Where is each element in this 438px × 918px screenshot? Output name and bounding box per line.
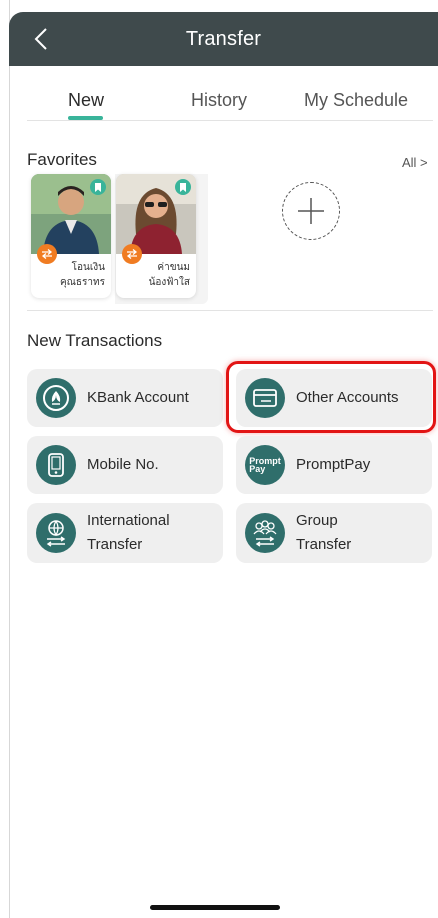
promptpay-button[interactable]: Prompt Pay PromptPay xyxy=(236,436,432,494)
favorite-card-1[interactable]: โอนเงิน คุณธราทร xyxy=(31,174,111,298)
promptpay-label: PromptPay xyxy=(296,456,371,473)
promptpay-icon: Prompt Pay xyxy=(245,445,285,485)
page-title: Transfer xyxy=(185,27,262,50)
add-favorite-button[interactable] xyxy=(282,182,340,240)
favorite-card-2[interactable]: ค่าขนม น้องฟ้าใส xyxy=(116,174,196,298)
bookmark-icon xyxy=(175,179,191,195)
international-transfer-button[interactable]: International Transfer xyxy=(27,503,223,563)
group-transfer-button[interactable]: Group Transfer xyxy=(236,503,432,563)
kbank-logo-icon xyxy=(36,378,76,418)
mobile-no-label: Mobile No. xyxy=(87,456,159,473)
app-header: Transfer xyxy=(9,12,438,66)
chevron-left-icon xyxy=(34,28,47,50)
group-transfer-label: Group Transfer xyxy=(296,512,352,553)
new-transactions-title: New Transactions xyxy=(27,331,163,350)
favorite-name: ค่าขนม น้องฟ้าใส xyxy=(148,262,190,288)
tab-my-schedule[interactable]: My Schedule xyxy=(304,90,408,111)
section-divider xyxy=(27,310,433,311)
mobile-no-button[interactable]: Mobile No. xyxy=(27,436,223,494)
kbank-account-button[interactable]: KBank Account xyxy=(27,369,223,427)
kbank-account-label: KBank Account xyxy=(87,389,189,406)
selection-highlight xyxy=(226,361,436,433)
tab-history[interactable]: History xyxy=(191,90,247,111)
tab-new[interactable]: New xyxy=(68,90,104,111)
group-transfer-icon xyxy=(245,513,285,553)
back-button[interactable] xyxy=(27,25,55,53)
international-transfer-label: International Transfer xyxy=(87,512,170,553)
home-indicator xyxy=(150,905,280,910)
mobile-phone-icon xyxy=(36,445,76,485)
plus-icon xyxy=(298,198,324,224)
favorites-all-link[interactable]: All > xyxy=(402,155,428,170)
globe-transfer-icon xyxy=(36,513,76,553)
tab-bar: New History My Schedule xyxy=(27,78,433,121)
bookmark-icon xyxy=(90,179,106,195)
active-tab-indicator xyxy=(68,116,103,120)
favorites-title: Favorites xyxy=(27,150,97,169)
favorite-name: โอนเงิน คุณธราทร xyxy=(59,262,105,288)
